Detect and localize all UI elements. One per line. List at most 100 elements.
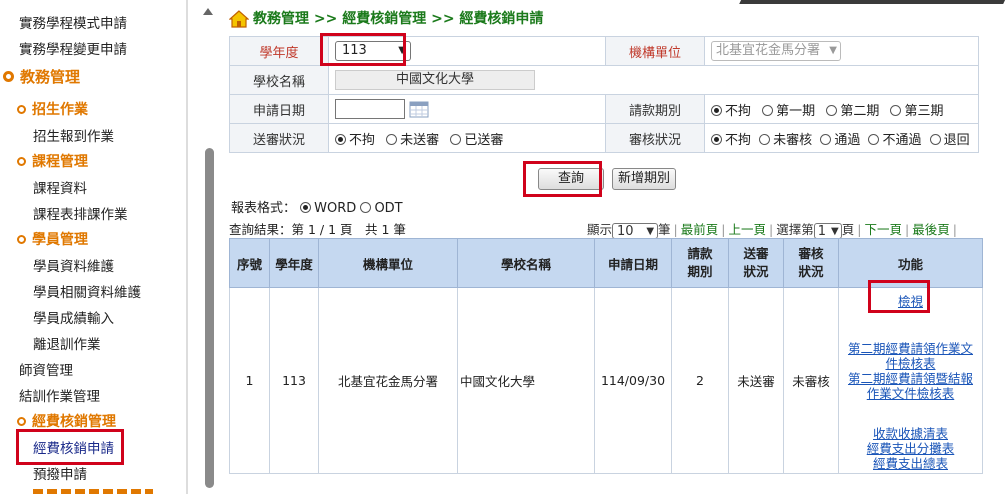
radio-icon [335, 133, 346, 145]
period-option-1[interactable]: 第一期 [762, 104, 815, 119]
actions-spacer-1 [843, 309, 978, 341]
page-number-value: 1 [817, 223, 827, 239]
sidebar-sub-student[interactable]: 學員管理 [17, 229, 88, 249]
report-option-odt[interactable]: ODT [360, 201, 403, 216]
receipt-link[interactable]: 收款收據清表 [873, 426, 948, 441]
sidebar-item-graduation[interactable]: 結訓作業管理 [19, 385, 100, 405]
report-format-label: 報表格式： [231, 201, 297, 216]
sidebar-group-academic[interactable]: 教務管理 [3, 66, 80, 87]
radio-icon [820, 133, 832, 145]
sidebar-item-student-data[interactable]: 學員資料維護 [33, 255, 114, 275]
checklist-link-1[interactable]: 第二期經費請領作業文件檢核表 [848, 341, 973, 371]
sidebar-item-dropout[interactable]: 離退訓作業 [33, 333, 101, 353]
table-row: 1 113 北基宜花金馬分署 中國文化大學 114/09/30 2 未送審 未審… [229, 287, 983, 474]
sidebar-item-student-grades[interactable]: 學員成績輸入 [33, 307, 114, 327]
sidebar-item-prepay[interactable]: 預撥申請 [33, 463, 87, 483]
sidebar-item-practice-apply[interactable]: 實務學程模式申請 [19, 12, 127, 32]
th-review-label: 審核狀況 [798, 246, 824, 279]
radio-label: 不拘 [725, 132, 752, 148]
radio-icon [762, 104, 774, 116]
cell-period: 2 [671, 287, 729, 474]
checklist-link-2[interactable]: 第二期經費請領暨結報作業文件檢核表 [848, 371, 973, 401]
sidebar-item-course-data[interactable]: 課程資料 [33, 177, 87, 197]
sidebar-item-course-schedule[interactable]: 課程表排課作業 [33, 203, 128, 223]
send-cell: 不拘 未送審 已送審 [328, 123, 606, 153]
review-option-unreviewed[interactable]: 未審核 [759, 133, 812, 148]
period-option-any[interactable]: 不拘 [711, 104, 751, 119]
split-table-link[interactable]: 經費支出分攤表 [867, 441, 955, 456]
page-number-select[interactable]: 1 ▼ [813, 222, 842, 239]
review-option-fail[interactable]: 不通過 [868, 133, 921, 148]
review-option-any[interactable]: 不拘 [711, 133, 751, 148]
sidebar-sub-label: 招生作業 [32, 102, 88, 118]
radio-label: 第三期 [904, 103, 944, 119]
radio-icon [360, 202, 372, 213]
radio-icon [929, 133, 941, 145]
radio-icon [826, 104, 838, 116]
breadcrumb: 教務管理 >> 經費核銷管理 >> 經費核銷申請 [229, 8, 543, 28]
review-option-return[interactable]: 退回 [929, 132, 970, 148]
bullet-icon [17, 104, 26, 114]
next-page-link[interactable]: 下一頁 [864, 222, 902, 237]
chevron-down-icon: ▼ [829, 45, 837, 56]
page-size-select[interactable]: 10 ▼ [612, 222, 659, 239]
radio-icon [450, 133, 462, 145]
date-input[interactable] [335, 99, 405, 119]
radio-icon [711, 133, 722, 145]
report-format: 報表格式： WORD ODT [231, 197, 403, 216]
pager-page-suffix: 頁 [841, 222, 855, 237]
home-icon[interactable] [229, 10, 249, 28]
radio-icon [868, 133, 880, 145]
school-cell: 中國文化大學 [328, 65, 979, 95]
period-label: 請款期別 [605, 94, 705, 124]
bullet-icon [17, 156, 26, 166]
radio-icon [300, 202, 312, 213]
org-select-value: 北基宜花金馬分署 [716, 43, 821, 58]
send-option-any[interactable]: 不拘 [335, 133, 375, 148]
cell-year: 113 [269, 287, 319, 474]
period-option-2[interactable]: 第二期 [826, 104, 879, 119]
add-period-button[interactable]: 新增期別 [612, 168, 676, 190]
period-cell: 不拘 第一期 第二期 第三期 [704, 94, 979, 124]
sidebar-sub-enroll[interactable]: 招生作業 [17, 99, 88, 119]
bullet-icon [17, 234, 26, 244]
radio-label: ODT [374, 201, 403, 216]
radio-label: 不拘 [349, 132, 376, 148]
org-cell: 北基宜花金馬分署 ▼ [704, 36, 979, 66]
pager-choose-label: 選擇第 [776, 222, 814, 237]
sidebar-item-enroll-report[interactable]: 招生報到作業 [33, 125, 114, 145]
scrollbar-thumb[interactable] [205, 148, 214, 488]
breadcrumb-text: 教務管理 >> 經費核銷管理 >> 經費核銷申請 [253, 11, 544, 27]
radio-label: 通過 [834, 132, 861, 148]
send-option-sent[interactable]: 已送審 [450, 133, 503, 148]
sidebar-item-practice-change[interactable]: 實務學程變更申請 [19, 38, 127, 58]
summary-table-link[interactable]: 經費支出總表 [873, 456, 948, 471]
period-option-3[interactable]: 第三期 [890, 104, 943, 119]
sidebar-item-teachers[interactable]: 師資管理 [19, 359, 73, 379]
review-label: 審核狀況 [605, 123, 705, 153]
highlight-box-sidebar [16, 429, 124, 465]
prev-page-link[interactable]: 上一頁 [728, 222, 766, 237]
last-page-link[interactable]: 最後頁 [912, 222, 950, 237]
sidebar-sub-label: 經費核銷管理 [32, 414, 116, 430]
calendar-icon[interactable] [409, 100, 429, 118]
th-date: 申請日期 [594, 238, 672, 288]
date-label: 申請日期 [229, 94, 329, 124]
sidebar-sub-expense[interactable]: 經費核銷管理 [17, 411, 116, 431]
th-year: 學年度 [269, 238, 319, 288]
cell-date: 114/09/30 [594, 287, 672, 474]
sidebar-item-student-related[interactable]: 學員相關資料維護 [33, 281, 141, 301]
cell-review: 未審核 [783, 287, 839, 474]
scroll-up-arrow-icon[interactable] [203, 8, 213, 15]
bullet-icon [17, 416, 26, 426]
radio-label: 第二期 [840, 103, 880, 119]
send-option-unsent[interactable]: 未送審 [386, 133, 439, 148]
cell-send: 未送審 [728, 287, 784, 474]
org-select: 北基宜花金馬分署 ▼ [711, 41, 841, 61]
report-option-word[interactable]: WORD [300, 201, 356, 216]
sidebar-sub-course[interactable]: 課程管理 [17, 151, 88, 171]
radio-icon [711, 104, 722, 116]
first-page-link[interactable]: 最前頁 [681, 222, 719, 237]
radio-label: 退回 [943, 132, 970, 148]
review-option-pass[interactable]: 通過 [820, 133, 860, 148]
